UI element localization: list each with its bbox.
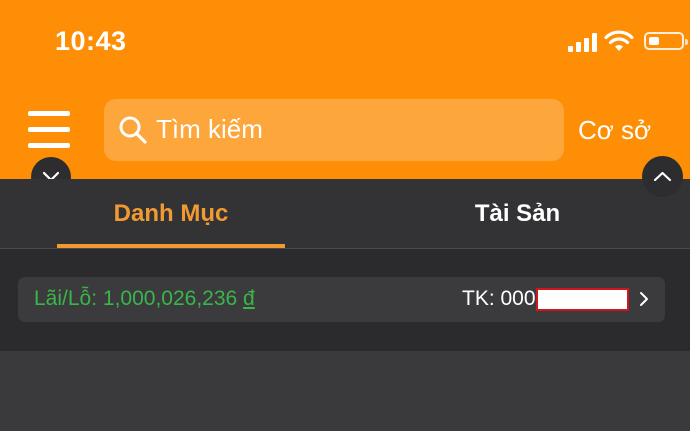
tab-bar: Danh Mục Tài Sản xyxy=(0,179,690,249)
status-time: 10:43 xyxy=(55,26,127,56)
empty-content-area xyxy=(0,351,690,431)
currency-symbol[interactable]: đ xyxy=(243,287,255,310)
app-header: 10:43 Tìm kiếm Cơ sở xyxy=(0,0,690,179)
signal-icon xyxy=(568,32,598,52)
chevron-right-icon xyxy=(640,292,648,306)
battery-icon xyxy=(644,32,688,50)
menu-icon[interactable] xyxy=(28,108,70,150)
redacted-account-number xyxy=(536,288,629,311)
search-input[interactable]: Tìm kiếm xyxy=(104,99,564,161)
active-tab-indicator xyxy=(57,244,285,248)
base-market-link[interactable]: Cơ sở xyxy=(578,115,651,146)
wifi-icon xyxy=(604,30,634,51)
collapse-up-button[interactable] xyxy=(642,156,683,197)
account-number-label: TK: 000 xyxy=(462,287,536,310)
tab-danh-muc[interactable]: Danh Mục xyxy=(0,179,342,248)
profit-loss-text: Lãi/Lỗ: 1,000,026,236 đ xyxy=(34,287,255,311)
profit-loss-value: 1,000,026,236 xyxy=(102,287,238,310)
tab-tai-san[interactable]: Tài Sản xyxy=(345,179,690,248)
search-icon xyxy=(119,116,147,144)
search-placeholder: Tìm kiếm xyxy=(156,114,263,144)
account-summary-row[interactable]: Lãi/Lỗ: 1,000,026,236 đ TK: 000 xyxy=(18,277,665,322)
chevron-up-icon xyxy=(653,171,672,182)
profit-loss-label: Lãi/Lỗ: xyxy=(34,287,98,310)
